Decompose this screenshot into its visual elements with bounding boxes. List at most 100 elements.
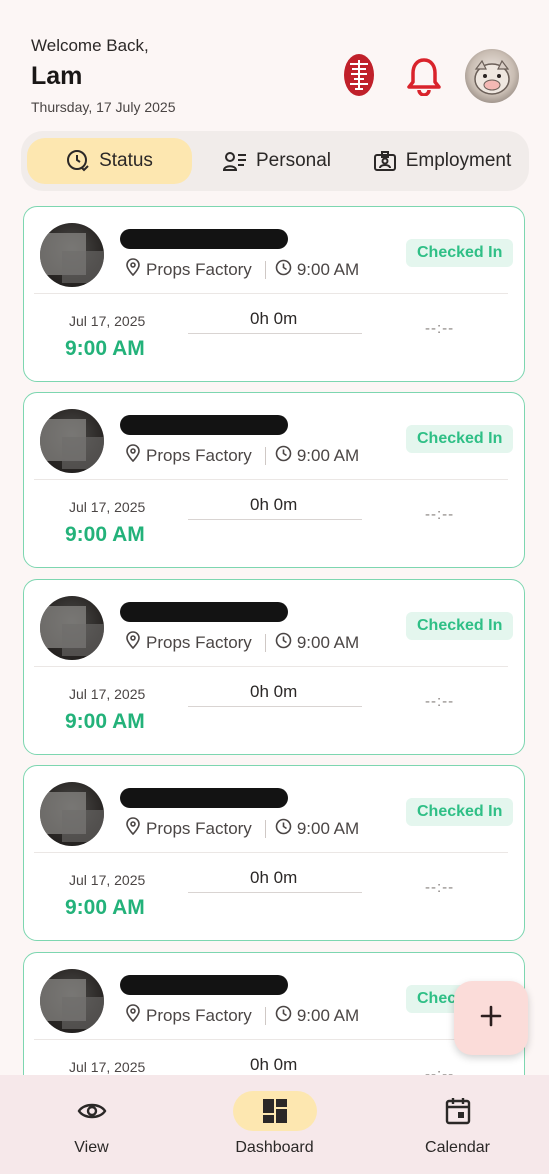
nav-calendar[interactable]: Calendar [366,1075,549,1174]
employee-name-redacted [120,975,288,995]
tab-status-label: Status [99,150,153,171]
current-date: Thursday, 17 July 2025 [31,99,176,115]
location: Props Factory [126,1004,252,1027]
shift-time: 9:00 AM [275,818,359,840]
duration-line [188,333,362,334]
bell-icon[interactable] [405,56,443,97]
checkin-time: 9:00 AM [65,337,145,360]
status-badge: Checked In [406,425,514,453]
clock-icon [275,632,292,654]
work-duration: 0h 0m [250,495,298,514]
card-meta: Props Factory 9:00 AM [126,258,359,281]
meta-divider [264,260,266,279]
person-list-icon [223,150,247,172]
shift-time: 9:00 AM [275,259,359,281]
employee-photo [40,223,104,287]
shift-time-text: 9:00 AM [296,818,360,838]
checkout-time: --:-- [425,506,455,523]
id-badge-icon [373,150,397,172]
checkin-time: 9:00 AM [65,523,145,546]
eye-icon [50,1091,134,1131]
card-divider [34,666,508,667]
greeting-header: Welcome Back, Lam Thursday, 17 July 2025 [31,36,176,115]
checkin-time: 9:00 AM [65,896,145,919]
tab-personal-label: Personal [256,150,331,171]
card-meta: Props Factory 9:00 AM [126,1004,359,1027]
nav-dashboard[interactable]: Dashboard [183,1075,366,1174]
nav-view[interactable]: View [0,1075,183,1174]
tab-status[interactable]: Status [27,138,192,184]
clock-icon [275,259,292,281]
plus-icon [480,1005,502,1032]
meta-divider [264,1006,266,1025]
checkin-date: Jul 17, 2025 [69,499,146,515]
tab-employment-label: Employment [405,150,512,171]
clock-icon [275,445,292,467]
checkout-time: --:-- [425,879,455,896]
checkin-date: Jul 17, 2025 [69,686,146,702]
work-duration: 0h 0m [250,1055,298,1074]
meta-divider [264,633,266,652]
section-tabs: Status Personal Employment [21,131,529,191]
employee-name-redacted [120,415,288,435]
shift-time: 9:00 AM [275,1005,359,1027]
attendance-card[interactable]: Props Factory 9:00 AM Checked In Jul 17,… [23,206,525,382]
clock-icon [275,818,292,840]
attendance-card[interactable]: Props Factory 9:00 AM Checked In Jul 17,… [23,579,525,755]
attendance-card[interactable]: Props Factory 9:00 AM Checked In Jul 17,… [23,392,525,568]
employee-photo [40,782,104,846]
photo-blur [62,810,104,842]
location-text: Props Factory [146,1005,252,1025]
employee-photo [40,596,104,660]
checkin-time: 9:00 AM [65,710,145,733]
profile-avatar[interactable] [465,49,519,103]
location-text: Props Factory [146,818,252,838]
location: Props Factory [126,817,252,840]
duration-line [188,519,362,520]
location-pin-icon [126,1004,140,1027]
status-badge: Checked In [406,798,514,826]
location: Props Factory [126,258,252,281]
add-button[interactable] [454,981,528,1055]
welcome-text: Welcome Back, [31,36,149,55]
employee-photo [40,409,104,473]
status-badge: Checked In [406,612,514,640]
location-pin-icon [126,817,140,840]
location: Props Factory [126,631,252,654]
shift-time-text: 9:00 AM [296,445,360,465]
nav-calendar-label: Calendar [425,1139,490,1156]
nav-view-label: View [74,1139,109,1156]
bottom-navigation: View Dashboard Calendar [0,1075,549,1174]
photo-blur [62,437,104,469]
location: Props Factory [126,444,252,467]
shift-time: 9:00 AM [275,632,359,654]
employee-name-redacted [120,602,288,622]
checkout-time: --:-- [425,320,455,337]
shift-time-text: 9:00 AM [296,1005,360,1025]
work-duration: 0h 0m [250,309,298,328]
card-divider [34,1039,508,1040]
calendar-icon [416,1091,500,1131]
checkin-date: Jul 17, 2025 [69,1059,146,1075]
meta-divider [264,819,266,838]
photo-blur [62,251,104,283]
tab-employment[interactable]: Employment [362,138,522,184]
attendance-card[interactable]: Props Factory 9:00 AM Checked In Jul 17,… [23,765,525,941]
seal-logo-icon[interactable] [342,52,376,98]
shift-time-text: 9:00 AM [296,632,360,652]
status-badge: Checked In [406,239,514,267]
nav-dashboard-label: Dashboard [235,1139,314,1156]
card-divider [34,479,508,480]
card-divider [34,852,508,853]
checkin-date: Jul 17, 2025 [69,313,146,329]
checkin-date: Jul 17, 2025 [69,872,146,888]
employee-name-redacted [120,788,288,808]
location-pin-icon [126,444,140,467]
tab-personal[interactable]: Personal [192,138,362,184]
user-name: Lam [31,62,83,90]
clock-check-icon [66,149,90,173]
employee-name-redacted [120,229,288,249]
shift-time: 9:00 AM [275,445,359,467]
duration-line [188,706,362,707]
photo-blur [62,624,104,656]
